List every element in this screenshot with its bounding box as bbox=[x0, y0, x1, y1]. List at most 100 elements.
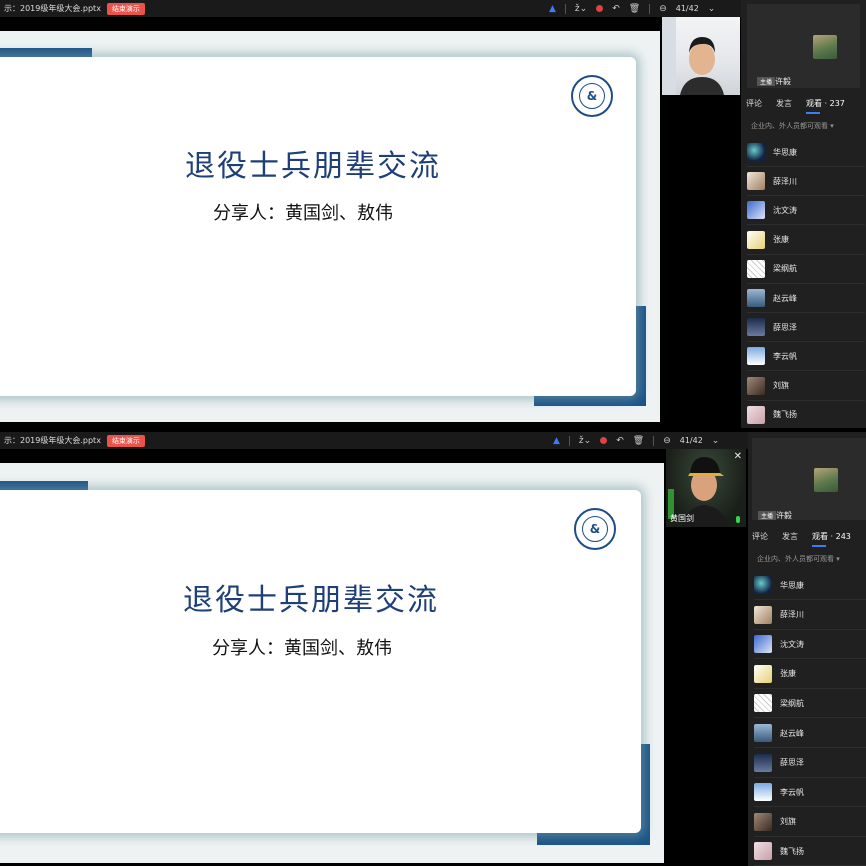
viewer-name: 梁纲航 bbox=[780, 698, 804, 708]
toolbar-tools: ▲ ž⌄ ↶ 🗑 ⊖ 41/42 ⌄ bbox=[549, 0, 715, 17]
slide-subtitle: 分享人：黄国剑、敖伟 bbox=[213, 203, 393, 224]
school-logo-icon: & bbox=[571, 75, 613, 117]
slide-accent-bar bbox=[0, 48, 92, 57]
viewer-item[interactable]: 张康 bbox=[754, 660, 866, 689]
viewer-name: 薛泽川 bbox=[780, 610, 804, 620]
visibility-notice[interactable]: 企业内、外人员都可观看 ▾ bbox=[751, 121, 834, 131]
cursor-icon[interactable]: ▲ bbox=[553, 436, 560, 446]
undo-icon[interactable]: ↶ bbox=[612, 4, 620, 14]
trash-icon[interactable]: 🗑 bbox=[629, 4, 640, 14]
viewer-avatar bbox=[747, 259, 765, 278]
viewer-avatar bbox=[754, 783, 772, 802]
host-avatar bbox=[813, 35, 837, 59]
zoom-out-icon[interactable]: ⊖ bbox=[659, 4, 667, 14]
page-indicator: 41/42 bbox=[679, 436, 703, 445]
viewer-item[interactable]: 薛泽川 bbox=[747, 167, 865, 197]
slide-card: & 退役士兵朋辈交流 分享人：黄国剑、敖伟 bbox=[0, 57, 636, 396]
viewer-item[interactable]: 沈文涛 bbox=[754, 630, 866, 660]
viewer-avatar bbox=[754, 842, 772, 861]
viewer-item[interactable]: 魏飞扬 bbox=[754, 837, 866, 866]
slide-accent-bar bbox=[0, 481, 88, 490]
viewer-avatar bbox=[754, 694, 772, 713]
viewer-item[interactable]: 华思康 bbox=[747, 138, 865, 167]
viewer-item[interactable]: 李云帆 bbox=[754, 778, 866, 808]
viewer-item[interactable]: 刘旗 bbox=[747, 372, 865, 401]
viewer-item[interactable]: 赵云峰 bbox=[747, 284, 865, 313]
camera-feed[interactable]: ✕ 黄国剑 bbox=[666, 449, 746, 527]
viewer-item[interactable]: 薛思泽 bbox=[747, 313, 865, 343]
viewer-avatar bbox=[754, 576, 772, 594]
host-tile[interactable]: 主播 许毅 bbox=[747, 4, 860, 88]
slide-card: & 退役士兵朋辈交流 分享人：黄国剑、敖伟 bbox=[0, 490, 641, 833]
tab-viewers[interactable]: 观看 · 243 bbox=[812, 531, 851, 547]
camera-name: 黄国剑 bbox=[670, 514, 694, 523]
viewer-item[interactable]: 赵云峰 bbox=[754, 719, 866, 748]
viewer-item[interactable]: 沈文涛 bbox=[747, 196, 865, 226]
viewer-avatar bbox=[747, 289, 765, 307]
end-presentation-button[interactable]: 结束演示 bbox=[106, 434, 145, 447]
next-page-icon[interactable]: ⌄ bbox=[712, 436, 720, 446]
camera-feed[interactable] bbox=[662, 17, 740, 95]
host-tile[interactable]: 主播 许毅 bbox=[752, 438, 866, 520]
viewer-avatar bbox=[754, 605, 772, 624]
viewer-avatar bbox=[747, 405, 765, 424]
end-presentation-button[interactable]: 结束演示 bbox=[106, 2, 145, 15]
tab-comments[interactable]: 评论 bbox=[752, 531, 768, 542]
viewer-avatar bbox=[754, 753, 772, 772]
record-icon[interactable] bbox=[596, 5, 604, 12]
viewer-avatar bbox=[747, 376, 765, 395]
viewer-avatar bbox=[747, 201, 765, 220]
host-name: 许毅 bbox=[775, 77, 791, 86]
host-avatar bbox=[814, 468, 838, 492]
tab-speak[interactable]: 发言 bbox=[776, 98, 792, 109]
toolbar-divider bbox=[568, 435, 570, 446]
page-indicator: 41/42 bbox=[675, 4, 699, 13]
toolbar-divider bbox=[564, 3, 566, 14]
viewer-name: 华思康 bbox=[780, 580, 804, 590]
zoom-out-icon[interactable]: ⊖ bbox=[663, 436, 671, 446]
bottom-screenshot: 示：2019级年级大会.pptx 结束演示 ▲ ž⌄ ↶ 🗑 ⊖ 41/42 ⌄… bbox=[0, 432, 866, 866]
file-name: 示：2019级年级大会.pptx bbox=[4, 436, 101, 445]
sidebar-tabs: 评论 发言 观看 · 237 bbox=[746, 98, 845, 114]
microphone-icon bbox=[736, 516, 740, 523]
tab-comments[interactable]: 评论 bbox=[746, 98, 762, 109]
viewer-avatar bbox=[747, 143, 765, 161]
next-page-icon[interactable]: ⌄ bbox=[708, 4, 716, 14]
toolbar-tools: ▲ ž⌄ ↶ 🗑 ⊖ 41/42 ⌄ bbox=[553, 432, 719, 449]
pen-icon[interactable]: ž⌄ bbox=[579, 436, 591, 446]
viewer-avatar bbox=[747, 318, 765, 337]
slide-title: 退役士兵朋辈交流 bbox=[183, 583, 439, 618]
visibility-notice[interactable]: 企业内、外人员都可观看 ▾ bbox=[757, 554, 840, 564]
viewer-name: 魏飞扬 bbox=[773, 410, 797, 420]
viewer-item[interactable]: 梁纲航 bbox=[754, 689, 866, 719]
pen-icon[interactable]: ž⌄ bbox=[575, 4, 587, 14]
viewer-item[interactable]: 刘旗 bbox=[754, 808, 866, 837]
slide-title: 退役士兵朋辈交流 bbox=[185, 149, 441, 184]
viewer-name: 薛思泽 bbox=[773, 322, 797, 332]
host-tag: 主播 bbox=[757, 77, 776, 86]
viewer-item[interactable]: 薛泽川 bbox=[754, 601, 866, 630]
viewer-name: 赵云峰 bbox=[773, 293, 797, 303]
record-icon[interactable] bbox=[600, 437, 608, 444]
viewer-name: 刘旗 bbox=[780, 817, 796, 827]
cursor-icon[interactable]: ▲ bbox=[549, 4, 556, 14]
viewer-item[interactable]: 魏飞扬 bbox=[747, 401, 865, 428]
trash-icon[interactable]: 🗑 bbox=[633, 436, 644, 446]
tab-viewers[interactable]: 观看 · 237 bbox=[806, 98, 845, 114]
viewer-name: 沈文涛 bbox=[773, 205, 797, 215]
viewer-name: 李云帆 bbox=[780, 787, 804, 797]
close-camera-icon[interactable]: ✕ bbox=[734, 451, 742, 462]
viewer-item[interactable]: 张康 bbox=[747, 226, 865, 255]
viewer-avatar bbox=[754, 664, 772, 683]
viewer-item[interactable]: 梁纲航 bbox=[747, 255, 865, 284]
viewer-item[interactable]: 华思康 bbox=[754, 571, 866, 600]
undo-icon[interactable]: ↶ bbox=[616, 436, 624, 446]
person-avatar-icon bbox=[662, 17, 724, 95]
tab-speak[interactable]: 发言 bbox=[782, 531, 798, 542]
host-name: 许毅 bbox=[776, 511, 792, 520]
viewer-name: 梁纲航 bbox=[773, 264, 797, 274]
viewer-item[interactable]: 李云帆 bbox=[747, 342, 865, 372]
viewer-item[interactable]: 薛思泽 bbox=[754, 749, 866, 778]
viewer-avatar bbox=[754, 635, 772, 654]
viewer-name: 薛思泽 bbox=[780, 758, 804, 768]
